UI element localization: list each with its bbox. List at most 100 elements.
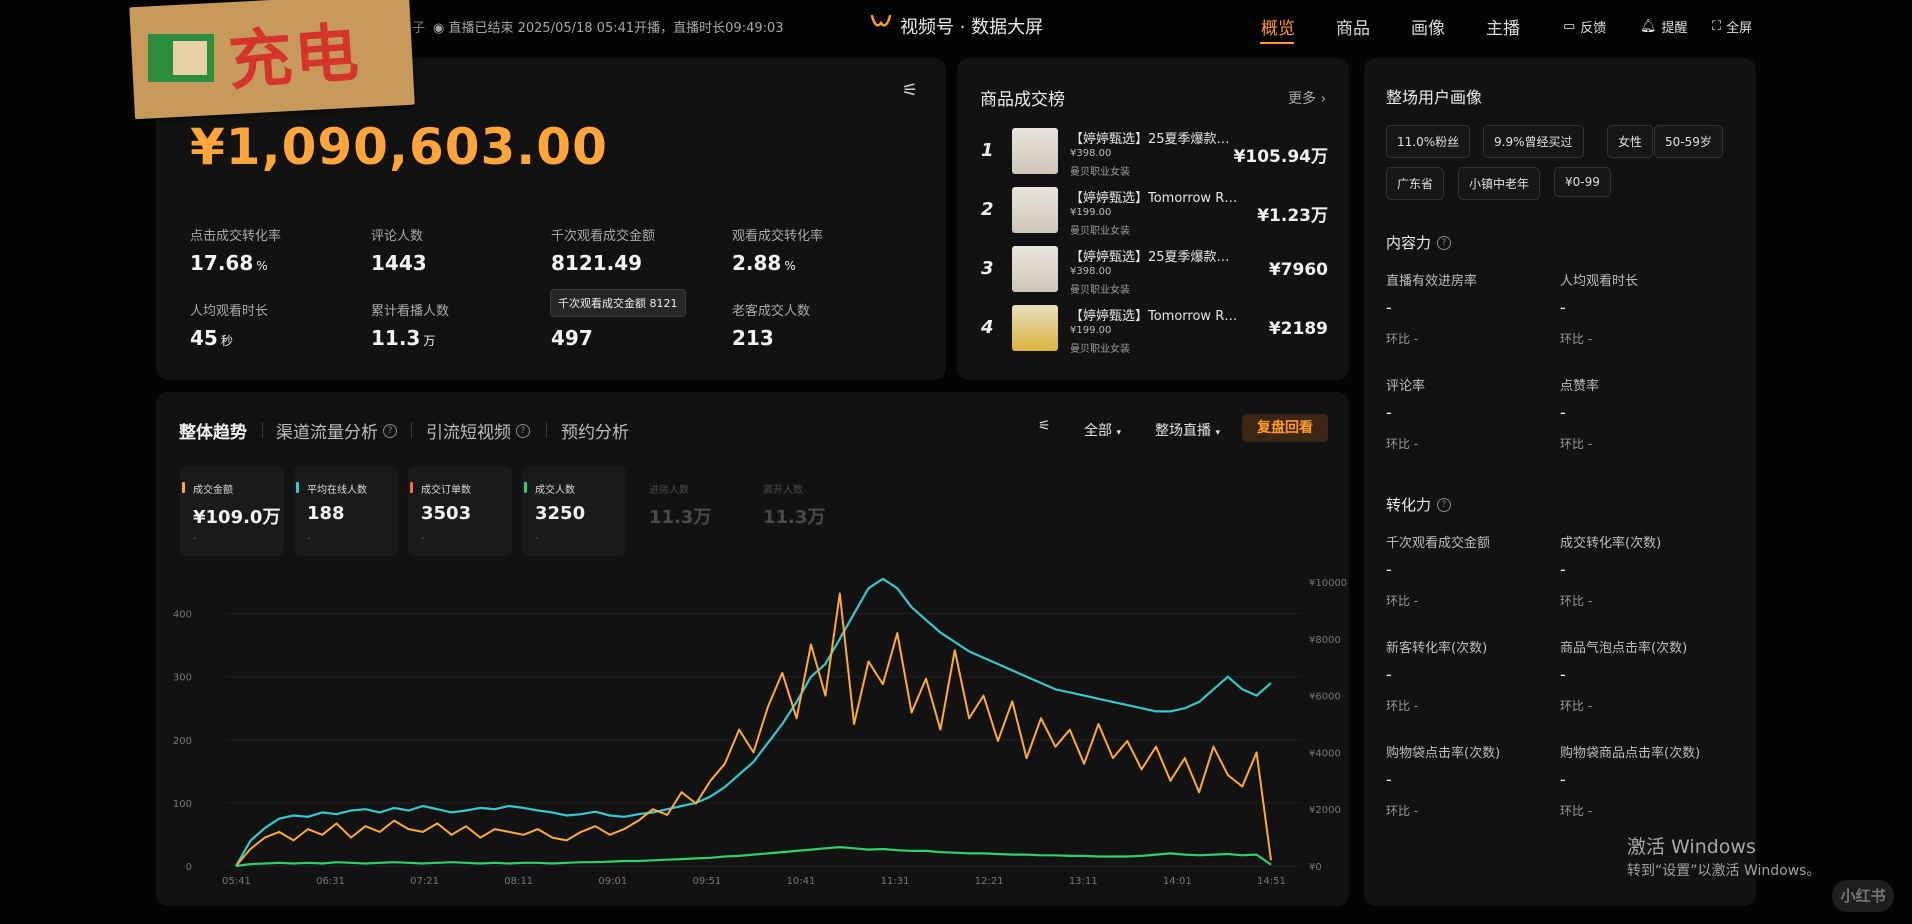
x-tick: 14:51: [1257, 876, 1286, 887]
series-color-marker: [296, 482, 299, 493]
section-title-text: 内容力: [1386, 234, 1432, 252]
kpi-compare: 环比 -: [1386, 699, 1419, 713]
product-gmv: ¥7960: [1268, 260, 1328, 280]
rank-number: 1: [981, 140, 994, 161]
kpi-label: 购物袋商品点击率(次数): [1560, 746, 1701, 761]
kpi-compare: 环比 -: [1560, 804, 1593, 818]
filter-icon[interactable]: ⚟: [902, 80, 918, 101]
metric-unit: 万: [423, 334, 436, 348]
fullscreen-icon: ⛶: [1712, 19, 1722, 34]
y-right-tick: ¥8000: [1309, 635, 1341, 646]
product-thumbnail[interactable]: [1012, 187, 1058, 233]
product-price: ¥199.00: [1070, 207, 1112, 218]
nav-products[interactable]: 商品: [1336, 14, 1370, 39]
tab-short-video[interactable]: 引流短视频?: [426, 418, 530, 443]
kpi-label: 人均观看时长: [1560, 274, 1639, 289]
x-tick: 13:11: [1069, 876, 1098, 887]
profile-tag: 11.0%粉丝: [1386, 125, 1471, 158]
card-label: 平均在线人数: [307, 485, 367, 496]
kpi-value: -: [1560, 403, 1566, 422]
product-name[interactable]: 【婷婷甄选】Tomorrow R…: [1070, 187, 1237, 206]
metric-number: 8121.49: [551, 251, 643, 275]
caret-down-icon: ▾: [1215, 428, 1220, 438]
kpi-compare: 环比 -: [1560, 699, 1593, 713]
product-gmv: ¥2189: [1268, 319, 1328, 339]
nav-active-indicator: [1260, 42, 1294, 44]
metric-value: 17.68%: [190, 251, 268, 275]
remind-button[interactable]: 🔔︎ 提醒: [1640, 17, 1688, 36]
tab-reservation[interactable]: 预约分析: [561, 418, 629, 443]
metric-number: 17.68: [190, 251, 254, 275]
metric-number: 1443: [371, 251, 427, 275]
kpi-label: 直播有效进房率: [1386, 274, 1478, 289]
product-price: ¥398.00: [1070, 266, 1112, 277]
kpi-value: -: [1560, 770, 1566, 789]
metric-number: 2.88: [732, 251, 782, 275]
live-scope-select[interactable]: 整场直播 ▾: [1155, 420, 1220, 440]
battery-fill: [155, 41, 173, 75]
metric-card[interactable]: 进房人数 11.3万: [636, 466, 740, 556]
feedback-button[interactable]: ▭ 反馈: [1563, 17, 1606, 36]
metric-card[interactable]: 离开人数 11.3万: [750, 466, 854, 556]
kpi-label: 点赞率: [1560, 379, 1600, 394]
product-shop: 曼贝职业女装: [1070, 167, 1130, 178]
metric-card[interactable]: 成交人数 3250 -: [522, 466, 626, 556]
product-shop: 曼贝职业女装: [1070, 285, 1130, 296]
scope-label: 整场直播: [1155, 423, 1211, 439]
y-left-tick: 200: [173, 736, 192, 747]
metric-card[interactable]: 成交订单数 3503 -: [408, 466, 512, 556]
product-thumbnail[interactable]: [1012, 305, 1058, 351]
product-thumbnail[interactable]: [1012, 128, 1058, 174]
profile-tag: 50-59岁: [1654, 125, 1723, 158]
scope-all-select[interactable]: 全部 ▾: [1084, 420, 1121, 440]
tab-overall-trend[interactable]: 整体趋势: [179, 418, 247, 443]
product-price: ¥199.00: [1070, 325, 1112, 336]
product-thumbnail[interactable]: [1012, 246, 1058, 292]
kpi-compare: 环比 -: [1386, 804, 1419, 818]
kpi-value: -: [1560, 665, 1566, 684]
help-icon[interactable]: ?: [1437, 235, 1452, 250]
section-title-text: 转化力: [1386, 496, 1432, 514]
metric-number: 45: [190, 326, 218, 350]
x-tick: 07:21: [410, 876, 439, 887]
metric-value: 11.3 万: [371, 326, 435, 350]
fullscreen-label: 全屏: [1726, 21, 1753, 36]
kpi-compare: 环比 -: [1386, 332, 1419, 346]
card-value: 3503: [421, 503, 472, 524]
product-name[interactable]: 【婷婷甄选】Tomorrow R…: [1070, 305, 1237, 324]
metric-label: 老客成交人数: [732, 304, 811, 319]
ranking-more-link[interactable]: 更多 ›: [1288, 88, 1326, 108]
tab-channel-traffic[interactable]: 渠道流量分析?: [276, 418, 397, 443]
product-shop: 曼贝职业女装: [1070, 344, 1130, 355]
series-color-marker: [182, 482, 185, 493]
metric-label: 点击成交转化率: [190, 229, 282, 244]
trend-filter-icon[interactable]: ⚟: [1038, 418, 1051, 434]
metric-unit: %: [256, 259, 268, 273]
live-status: 子 ◉ 直播已结束 2025/05/18 05:41开播，直播时长09:49:03: [412, 17, 784, 36]
metric-card[interactable]: 成交金额 ¥109.0万 -: [180, 466, 284, 556]
fullscreen-button[interactable]: ⛶ 全屏: [1712, 17, 1752, 36]
help-icon: ?: [516, 423, 530, 438]
kpi-value: -: [1560, 560, 1566, 579]
nav-anchor[interactable]: 主播: [1486, 14, 1520, 39]
nav-overview[interactable]: 概览: [1261, 14, 1295, 39]
product-name[interactable]: 【婷婷甄选】25夏季爆款…: [1070, 128, 1230, 147]
x-tick: 09:01: [598, 876, 627, 887]
metric-card[interactable]: 平均在线人数 188 -: [294, 466, 398, 556]
product-name[interactable]: 【婷婷甄选】25夏季爆款…: [1070, 246, 1230, 265]
replay-button[interactable]: 复盘回看: [1242, 414, 1328, 442]
card-label: 进房人数: [649, 485, 689, 496]
y-left-tick: 300: [173, 673, 192, 684]
profile-tag: 女性: [1607, 125, 1654, 158]
kpi-compare: 环比 -: [1560, 594, 1593, 608]
kpi-value: -: [1386, 560, 1392, 579]
kpi-label: 评论率: [1386, 379, 1426, 394]
help-icon[interactable]: ?: [1437, 497, 1452, 512]
nav-profile[interactable]: 画像: [1411, 14, 1445, 39]
trend-chart: 0 100 200 300 400 ¥0 ¥2000 ¥4000 ¥6000 ¥8000 ¥1000…: [173, 577, 1347, 887]
feedback-label: 反馈: [1580, 21, 1607, 36]
metric-label: 累计看播人数: [371, 304, 450, 319]
kpi-value: -: [1386, 770, 1392, 789]
product-shop: 曼贝职业女装: [1070, 226, 1130, 237]
metric-label: 千次观看成交金额: [551, 229, 656, 244]
